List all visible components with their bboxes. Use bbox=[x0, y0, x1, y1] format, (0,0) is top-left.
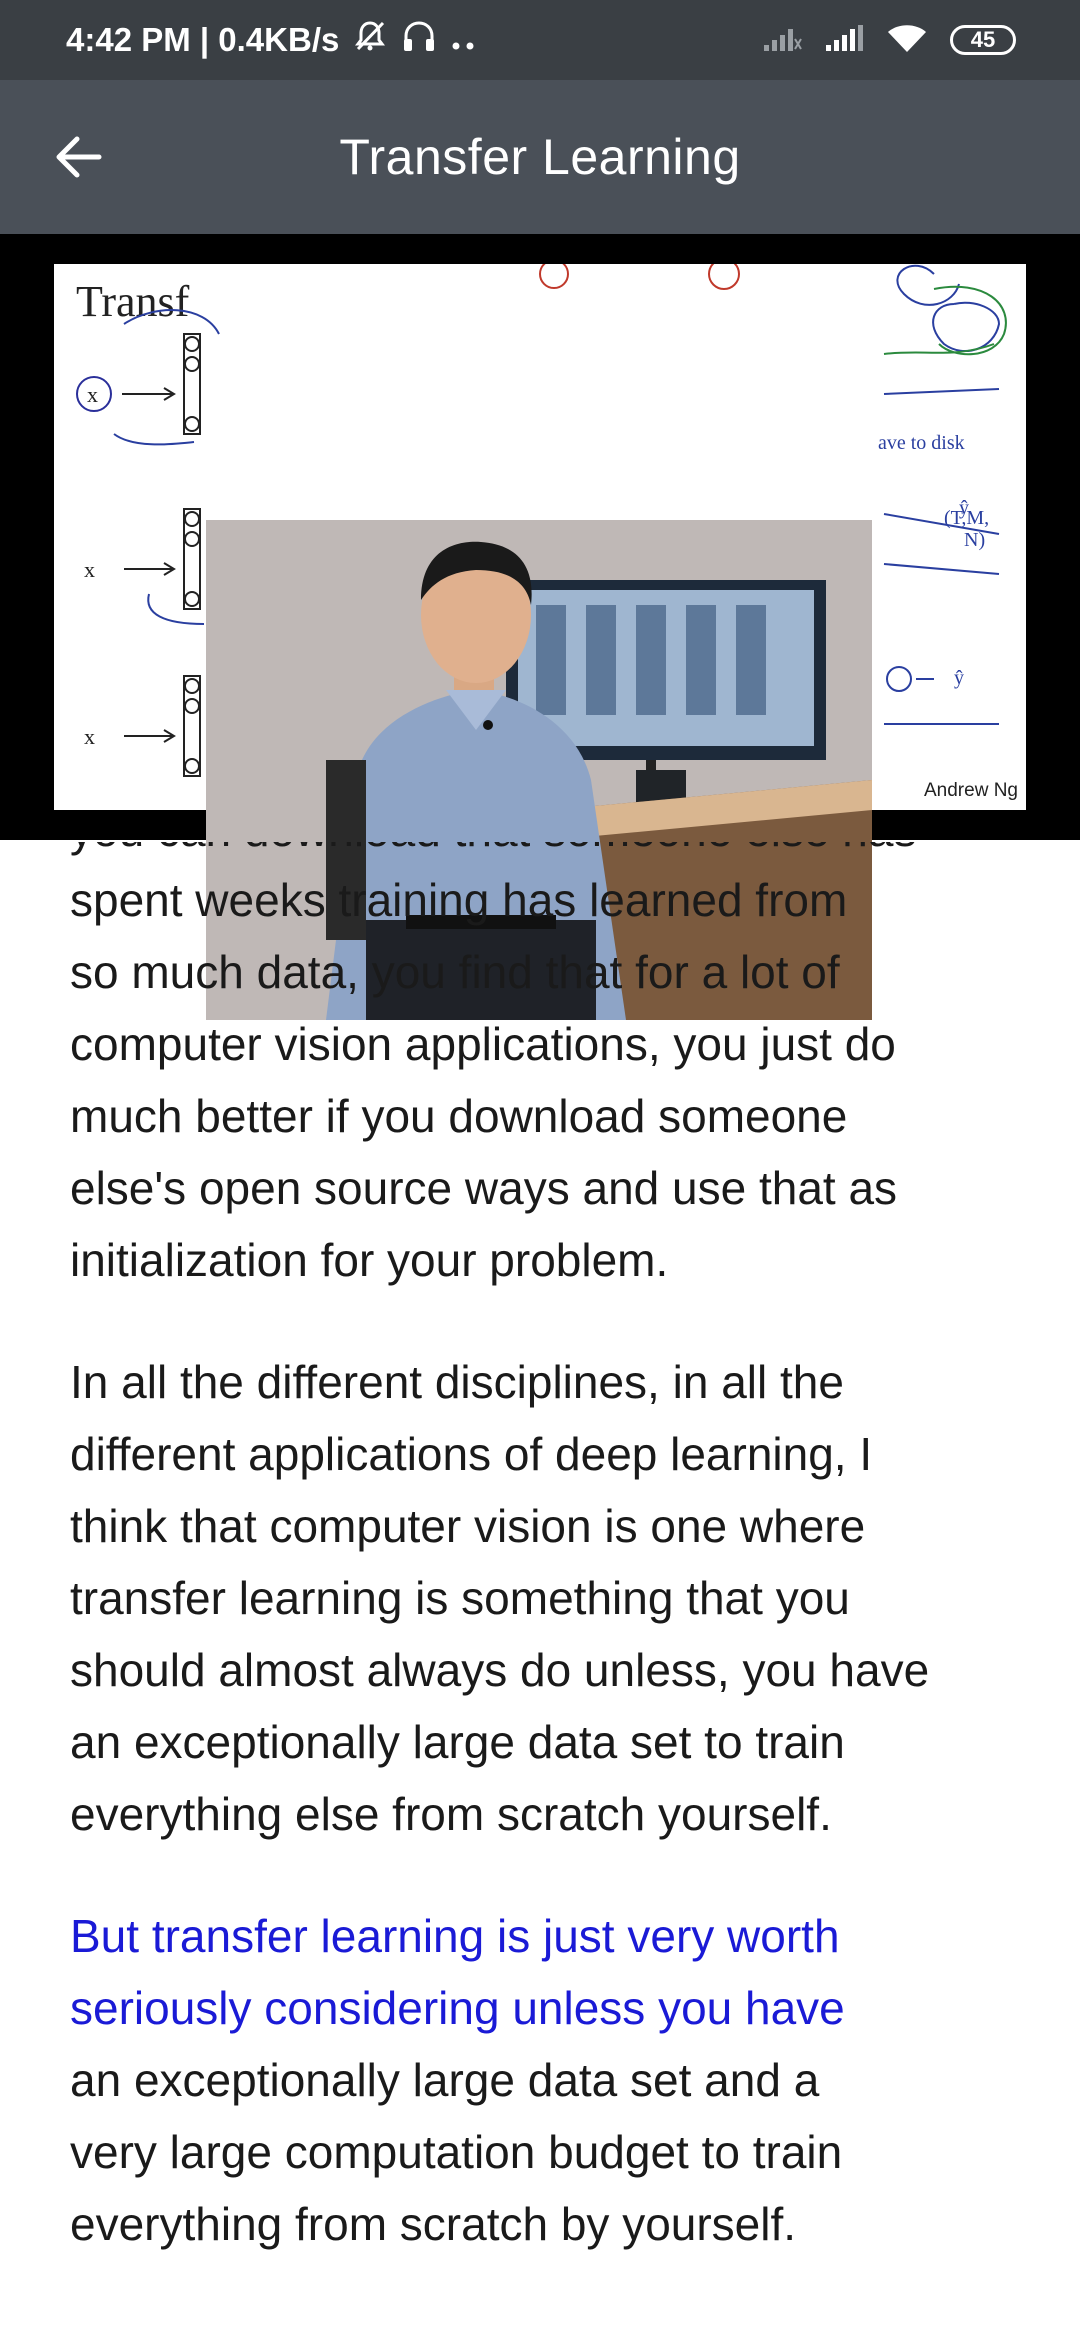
mute-icon bbox=[353, 19, 387, 61]
paragraph-2: In all the different disciplines, in all… bbox=[70, 1346, 1030, 1850]
text-line: so much data, you find that for a lot of bbox=[70, 946, 840, 998]
headset-icon bbox=[401, 19, 437, 61]
text-line: everything else from scratch yourself. bbox=[70, 1788, 832, 1840]
text-line: spent weeks training has learned from bbox=[70, 874, 848, 926]
transcript-text: you can download that someone else has s… bbox=[70, 842, 1030, 2310]
wifi-icon bbox=[886, 22, 928, 59]
status-left: 4:42 PM | 0.4KB/s bbox=[66, 19, 477, 61]
highlighted-line[interactable]: But transfer learning is just very worth bbox=[70, 1900, 1030, 1972]
video-player[interactable]: Transf x x x ave to disk (T,M, N) ŷ ŷ An… bbox=[0, 234, 1080, 1020]
text-line: an exceptionally large data set and a bbox=[70, 2054, 820, 2106]
signal-icon bbox=[762, 23, 802, 58]
status-bar: 4:42 PM | 0.4KB/s 45 bbox=[0, 0, 1080, 80]
back-button[interactable] bbox=[38, 117, 118, 197]
svg-text:ave to disk: ave to disk bbox=[878, 432, 965, 454]
more-dots-icon bbox=[451, 21, 477, 59]
status-right: 45 bbox=[762, 22, 1016, 59]
paragraph-1: spent weeks training has learned from so… bbox=[70, 864, 1030, 1296]
svg-text:ŷ: ŷ bbox=[954, 667, 964, 689]
svg-text:N): N) bbox=[964, 529, 985, 551]
svg-text:ŷ: ŷ bbox=[959, 497, 969, 519]
slide-credit: Andrew Ng bbox=[924, 780, 1018, 801]
svg-text:x: x bbox=[84, 724, 95, 749]
signal-icon bbox=[824, 23, 864, 58]
text-line: very large computation budget to train bbox=[70, 2126, 843, 2178]
text-line: else's open source ways and use that as bbox=[70, 1162, 898, 1214]
text-line: different applications of deep learning,… bbox=[70, 1428, 873, 1480]
text-line: In all the different disciplines, in all… bbox=[70, 1356, 844, 1408]
text-line: much better if you download someone bbox=[70, 1090, 848, 1142]
text-line: an exceptionally large data set to train bbox=[70, 1716, 845, 1768]
arrow-left-icon bbox=[56, 136, 102, 178]
text-line: computer vision applications, you just d… bbox=[70, 1018, 896, 1070]
text-line: initialization for your problem. bbox=[70, 1234, 669, 1286]
text-line: transfer learning is something that you bbox=[70, 1572, 850, 1624]
partially-hidden-line: you can download that someone else has bbox=[70, 842, 1030, 866]
text-line: everything from scratch by yourself. bbox=[70, 2198, 797, 2250]
text-line: think that computer vision is one where bbox=[70, 1500, 866, 1552]
battery-icon: 45 bbox=[950, 25, 1016, 55]
svg-text:x: x bbox=[84, 557, 95, 582]
svg-text:x: x bbox=[87, 382, 98, 407]
status-time-speed: 4:42 PM | 0.4KB/s bbox=[66, 21, 340, 58]
app-bar: Transfer Learning bbox=[0, 80, 1080, 234]
highlighted-line[interactable]: seriously considering unless you have bbox=[70, 1972, 1030, 2044]
paragraph-3: But transfer learning is just very worth… bbox=[70, 1900, 1030, 2260]
text-line: should almost always do unless, you have bbox=[70, 1644, 930, 1696]
page-title: Transfer Learning bbox=[339, 129, 741, 185]
